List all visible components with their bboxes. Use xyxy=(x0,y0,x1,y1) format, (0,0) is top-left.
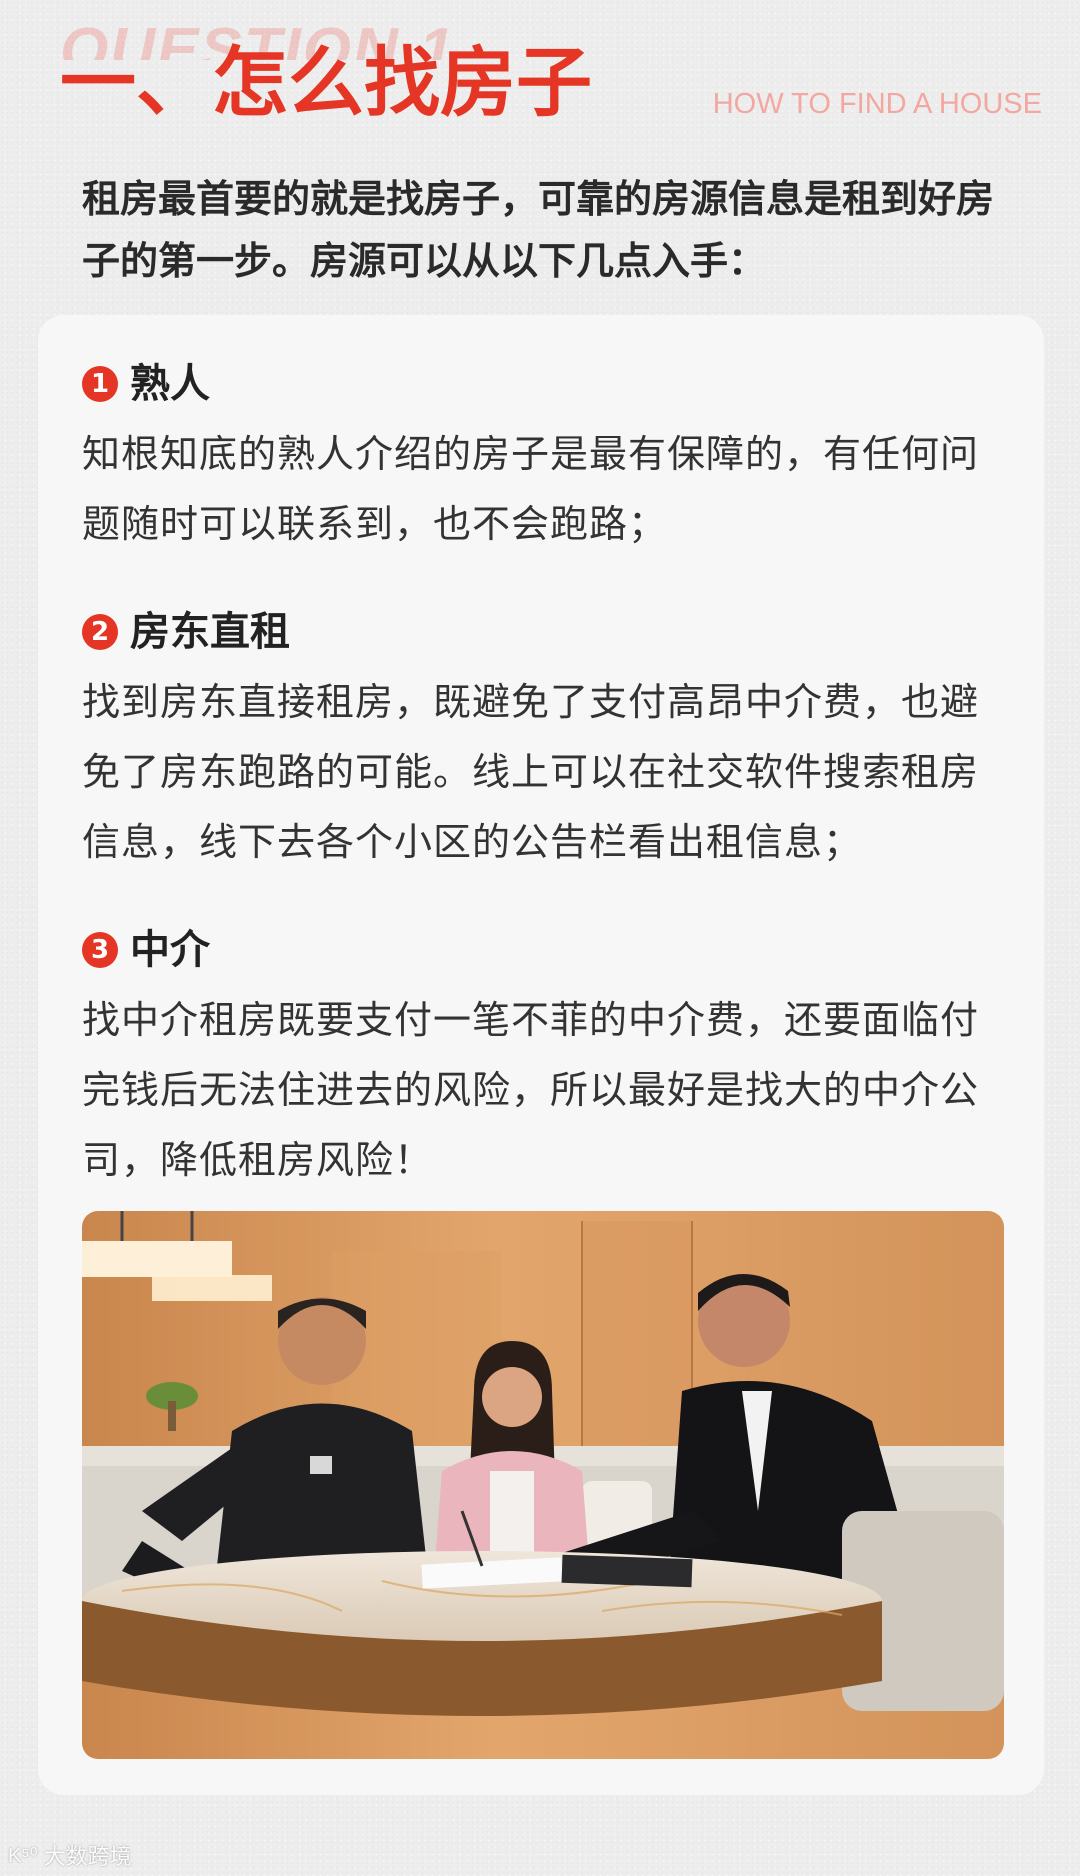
section-agency: 3 中介 找中介租房既要支付一笔不菲的中介费，还要面临付完钱后无法住进去的风险，… xyxy=(82,921,1012,1195)
section-body: 找到房东直接租房，既避免了支付高昂中介费，也避免了房东跑路的可能。线上可以在社交… xyxy=(82,680,980,864)
rental-meeting-photo xyxy=(82,1211,1004,1759)
number-badge-icon: 3 xyxy=(82,932,118,968)
section-header: 1 熟人 xyxy=(82,355,1012,413)
section-title: 熟人 xyxy=(130,361,210,407)
content-card: 1 熟人 知根知底的熟人介绍的房子是最有保障的，有任何问题随时可以联系到，也不会… xyxy=(38,315,1044,1795)
number-badge-icon: 2 xyxy=(82,614,118,650)
section-acquaintance: 1 熟人 知根知底的熟人介绍的房子是最有保障的，有任何问题随时可以联系到，也不会… xyxy=(82,355,1012,559)
section-header: 2 房东直租 xyxy=(82,603,1012,661)
section-landlord-direct: 2 房东直租 找到房东直接租房，既避免了支付高昂中介费，也避免了房东跑路的可能。… xyxy=(82,603,1012,877)
intro-paragraph: 租房最首要的就是找房子，可靠的房源信息是租到好房子的第一步。房源可以从以下几点入… xyxy=(82,177,995,283)
section-body: 知根知底的熟人介绍的房子是最有保障的，有任何问题随时可以联系到，也不会跑路； xyxy=(82,432,980,546)
brand-logo: K⁵⁰ 大数跨境 xyxy=(8,1838,132,1872)
page-subtitle-english: HOW TO FIND A HOUSE xyxy=(712,88,1042,120)
section-title: 中介 xyxy=(130,927,210,973)
brand-logo-icon: K⁵⁰ xyxy=(8,1844,38,1867)
number-badge-icon: 1 xyxy=(82,366,118,402)
page-title: 一、怎么找房子 xyxy=(60,38,592,127)
section-body: 找中介租房既要支付一笔不菲的中介费，还要面临付完钱后无法住进去的风险，所以最好是… xyxy=(82,998,980,1182)
section-title: 房东直租 xyxy=(130,609,290,655)
section-header: 3 中介 xyxy=(82,921,1012,979)
brand-logo-text: 大数跨境 xyxy=(43,1845,132,1870)
